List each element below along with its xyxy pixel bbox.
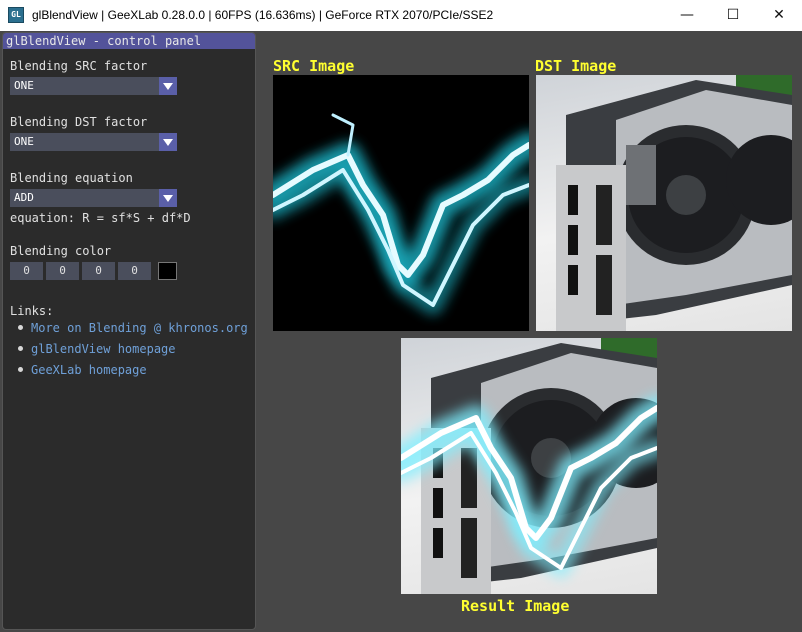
links-label: Links:: [10, 304, 54, 318]
lightning-graphic: [273, 113, 529, 315]
app-icon: GL: [8, 7, 24, 23]
src-image: [273, 75, 529, 331]
control-panel: glBlendView - control panel Blending SRC…: [2, 32, 256, 630]
src-factor-dropdown[interactable]: ONE: [10, 77, 177, 95]
close-button[interactable]: ✕: [756, 0, 802, 31]
dst-image-label: DST Image: [535, 57, 617, 75]
bullet-icon: [18, 346, 23, 351]
minimize-button[interactable]: —: [664, 0, 710, 31]
result-image: [401, 338, 657, 594]
title-bar: GL glBlendView | GeeXLab 0.28.0.0 | 60FP…: [0, 0, 802, 31]
equation-dropdown[interactable]: ADD: [10, 189, 177, 207]
window-title: glBlendView | GeeXLab 0.28.0.0 | 60FPS (…: [32, 8, 494, 22]
result-image-label: Result Image: [461, 597, 570, 615]
panel-title[interactable]: glBlendView - control panel: [3, 33, 255, 49]
dst-factor-dropdown[interactable]: ONE: [10, 133, 177, 151]
equation-label: Blending equation: [10, 171, 133, 185]
chevron-down-icon[interactable]: [159, 189, 177, 207]
chevron-down-icon[interactable]: [159, 77, 177, 95]
result-graphic: [401, 338, 657, 594]
equation-value: ADD: [14, 191, 34, 204]
gpu-graphic: [556, 75, 792, 331]
dst-image: [536, 75, 792, 331]
link-khronos[interactable]: More on Blending @ khronos.org: [31, 321, 248, 335]
color-g-input[interactable]: 0: [46, 262, 79, 280]
color-r-input[interactable]: 0: [10, 262, 43, 280]
equation-text: equation: R = sf*S + df*D: [10, 211, 191, 225]
src-factor-value: ONE: [14, 79, 34, 92]
bullet-icon: [18, 367, 23, 372]
dst-factor-value: ONE: [14, 135, 34, 148]
app-client-area: glBlendView - control panel Blending SRC…: [0, 31, 802, 632]
chevron-down-icon[interactable]: [159, 133, 177, 151]
link-glblendview-homepage[interactable]: glBlendView homepage: [31, 342, 176, 356]
color-b-input[interactable]: 0: [82, 262, 115, 280]
blending-color-label: Blending color: [10, 244, 112, 258]
link-geexlab-homepage[interactable]: GeeXLab homepage: [31, 363, 147, 377]
color-a-input[interactable]: 0: [118, 262, 151, 280]
src-factor-label: Blending SRC factor: [10, 59, 148, 73]
color-swatch[interactable]: [158, 262, 177, 280]
maximize-button[interactable]: ☐: [710, 0, 756, 31]
src-image-label: SRC Image: [273, 57, 355, 75]
dst-factor-label: Blending DST factor: [10, 115, 148, 129]
bullet-icon: [18, 325, 23, 330]
